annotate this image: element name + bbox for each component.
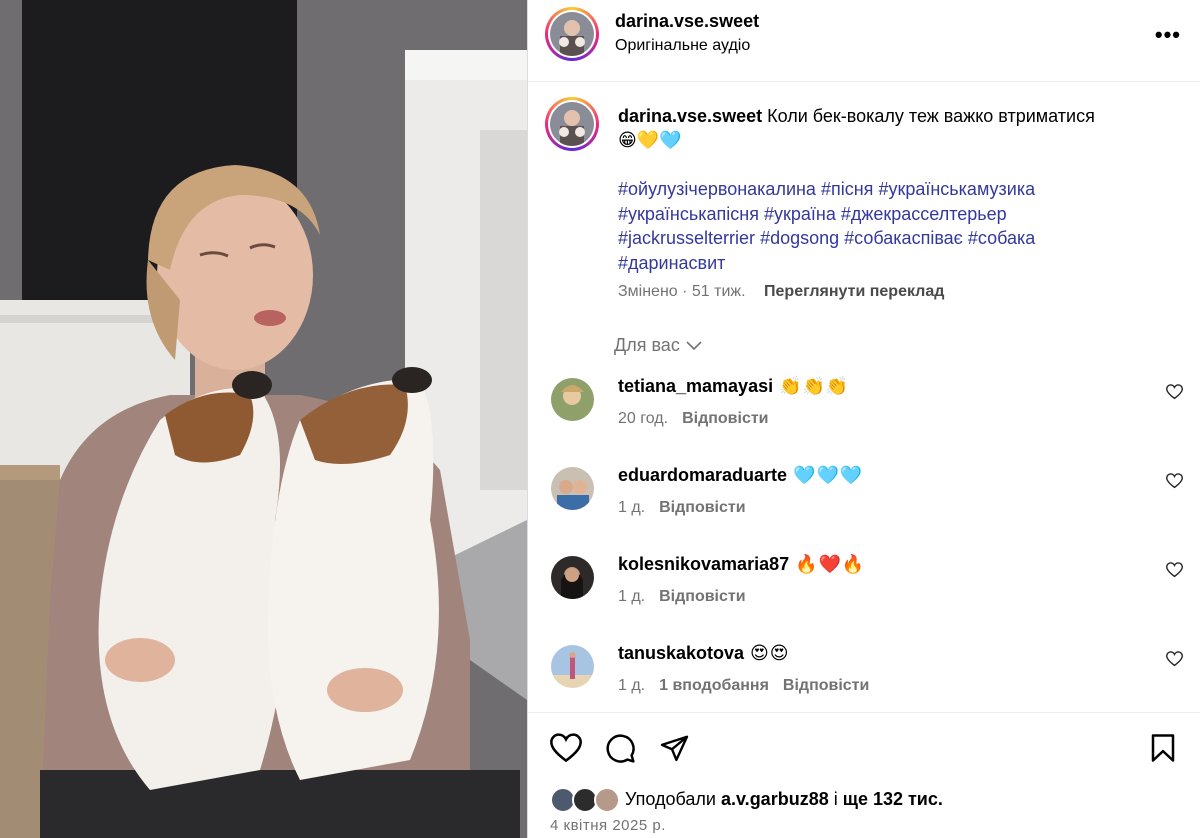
comment-username[interactable]: tanuskakotova (618, 643, 744, 663)
commenter-avatar[interactable] (551, 645, 594, 688)
avatar (594, 787, 620, 813)
hashtag[interactable]: #україна (764, 204, 836, 224)
audio-link[interactable]: Оригінальне аудіо (615, 37, 750, 55)
reply-button[interactable]: Відповісти (783, 677, 869, 694)
hashtag[interactable]: #собака (968, 228, 1035, 248)
hashtag[interactable]: #jackrusselterrier (618, 228, 755, 248)
post-photo (0, 0, 527, 838)
comment-user-line: eduardomaraduarte 🩵🩵🩵 (618, 465, 863, 486)
reply-button[interactable]: Відповісти (682, 410, 768, 427)
comment-like-heart-icon[interactable] (1166, 384, 1183, 400)
comment-text: 🩵🩵🩵 (793, 465, 864, 485)
post-date: 4 квітня 2025 р. (550, 817, 666, 834)
likes-count[interactable]: ще 132 тис. (843, 789, 943, 809)
comment-sort-label: Для вас (614, 335, 680, 355)
caption-body: Коли бек-вокалу теж важко втриматися (767, 106, 1095, 126)
author-username[interactable]: darina.vse.sweet (615, 11, 759, 32)
likes-prefix: Уподобали (625, 788, 716, 809)
post-actions: Уподобали a.v.garbuz88 і ще 132 тис. 4 к… (528, 712, 1200, 838)
chevron-down-icon (686, 341, 702, 351)
hashtag[interactable]: #пісня (821, 179, 873, 199)
reply-button[interactable]: Відповісти (659, 499, 745, 516)
liker-username[interactable]: a.v.garbuz88 (721, 789, 829, 809)
caption-meta: Змінено · 51 тиж. Переглянути переклад (618, 283, 944, 301)
comment-item: eduardomaraduarte 🩵🩵🩵 1 д. Відповісти (528, 465, 1200, 541)
hashtag[interactable]: #собакаспіває (844, 228, 963, 248)
comment-item: kolesnikovamaria87 🔥❤️🔥 1 д. Відповісти (528, 554, 1200, 630)
bookmark-icon[interactable] (1150, 733, 1176, 763)
post-header: darina.vse.sweet Оригінальне аудіо ••• (528, 0, 1200, 82)
comment-item: tetiana_mamayasi 👏👏👏 20 год. Відповісти (528, 376, 1200, 452)
comment-sort-dropdown[interactable]: Для вас (614, 335, 702, 356)
comment-user-line: tetiana_mamayasi 👏👏👏 (618, 376, 849, 397)
more-icon[interactable]: ••• (1155, 22, 1181, 48)
commenter-avatar[interactable] (551, 556, 594, 599)
post-details-panel: darina.vse.sweet Оригінальне аудіо ••• d… (527, 0, 1200, 838)
comment-meta: 1 д. Відповісти (618, 588, 746, 606)
comment-item: tanuskakotova 😍😍 1 д. 1 вподобання Відповіс… (528, 643, 1200, 719)
comment-username[interactable]: kolesnikovamaria87 (618, 554, 789, 574)
comment-like-heart-icon[interactable] (1166, 651, 1183, 667)
comment-user-line: kolesnikovamaria87 🔥❤️🔥 (618, 554, 865, 575)
comment-text: 🔥❤️🔥 (795, 554, 866, 574)
hashtag[interactable]: #джекрасселтерьер (841, 204, 1007, 224)
reply-button[interactable]: Відповісти (659, 588, 745, 605)
comment-username[interactable]: tetiana_mamayasi (618, 376, 773, 396)
comment-text: 👏👏👏 (779, 376, 850, 396)
comment-like-heart-icon[interactable] (1166, 562, 1183, 578)
caption-emoji: 😁💛🩵 (618, 130, 682, 150)
comment-time: 20 год. (618, 410, 669, 427)
send-icon[interactable] (659, 733, 690, 763)
comment-meta: 1 д. 1 вподобання Відповісти (618, 677, 869, 695)
hashtag[interactable]: #даринасвит (618, 253, 725, 273)
likes-summary: Уподобали a.v.garbuz88 і ще 132 тис. (550, 787, 943, 813)
commenter-avatar[interactable] (551, 378, 594, 421)
caption-text: darina.vse.sweet Коли бек-вокалу теж важ… (618, 104, 1178, 152)
comment-text: 😍😍 (750, 643, 790, 663)
post-media[interactable] (0, 0, 527, 838)
comment-likes-count[interactable]: 1 вподобання (659, 677, 769, 694)
hashtag[interactable]: #dogsong (760, 228, 839, 248)
caption-username[interactable]: darina.vse.sweet (618, 106, 762, 126)
comment-user-line: tanuskakotova 😍😍 (618, 643, 790, 664)
caption-avatar[interactable] (545, 97, 599, 151)
see-translation-link[interactable]: Переглянути переклад (764, 283, 944, 300)
heart-icon[interactable] (550, 733, 582, 763)
hashtag-list: #ойулузічервонакалина #пісня #українська… (618, 177, 1178, 275)
comment-icon[interactable] (605, 733, 636, 764)
comment-time: 1 д. (618, 499, 646, 516)
comment-time: 1 д. (618, 588, 646, 605)
comment-username[interactable]: eduardomaraduarte (618, 465, 787, 485)
comment-like-heart-icon[interactable] (1166, 473, 1183, 489)
likes-middle: і (833, 788, 838, 809)
edited-time: Змінено · 51 тиж. (618, 283, 746, 300)
hashtag[interactable]: #українськамузика (878, 179, 1035, 199)
liker-avatars[interactable] (550, 787, 620, 813)
hashtag[interactable]: #українськапісня (618, 204, 759, 224)
hashtag[interactable]: #ойулузічервонакалина (618, 179, 816, 199)
comment-time: 1 д. (618, 677, 646, 694)
comment-meta: 20 год. Відповісти (618, 410, 769, 428)
commenter-avatar[interactable] (551, 467, 594, 510)
comment-meta: 1 д. Відповісти (618, 499, 746, 517)
author-avatar[interactable] (545, 7, 599, 61)
